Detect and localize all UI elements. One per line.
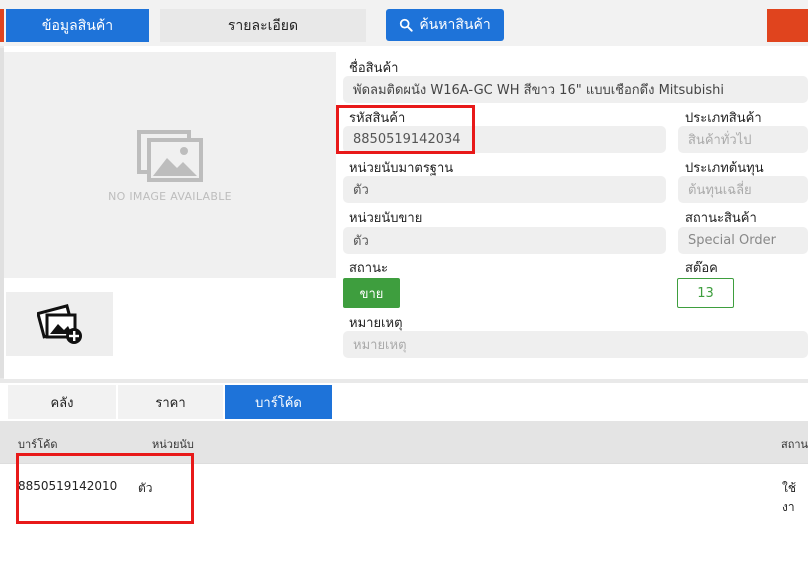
image-placeholder-icon [137, 129, 203, 182]
highlight-barcode [16, 453, 194, 524]
tab-warehouse[interactable]: คลัง [8, 385, 116, 419]
search-button-label: ค้นหาสินค้า [419, 17, 491, 33]
sell-unit-field[interactable]: ตัว [343, 227, 666, 254]
sell-status-button[interactable]: ขาย [343, 278, 400, 308]
standard-unit-field[interactable]: ตัว [343, 176, 666, 203]
search-product-button[interactable]: ค้นหาสินค้า [386, 9, 504, 41]
header-unit: หน่วยนับ [152, 438, 194, 451]
tab-barcode[interactable]: บาร์โค้ด [225, 385, 332, 419]
stock-value: 13 [677, 278, 734, 308]
product-name-field[interactable]: พัดลมติดผนัง W16A-GC WH สีขาว 16" แบบเชื… [343, 76, 808, 103]
tab-price[interactable]: ราคา [118, 385, 223, 419]
cost-type-label: ประเภทต้นทุน [685, 161, 764, 176]
no-image-text: NO IMAGE AVAILABLE [108, 189, 232, 203]
table-row-status: ใช้งา [782, 481, 797, 514]
product-type-field[interactable]: สินค้าทั่วไป [678, 126, 808, 153]
status-label: สถานะ [349, 261, 388, 276]
tab-details[interactable]: รายละเอียด [160, 9, 366, 42]
search-icon [400, 18, 413, 32]
product-status-field[interactable]: Special Order [678, 227, 808, 254]
header-status: สถาน [781, 438, 808, 451]
product-name-label: ชื่อสินค้า [349, 61, 399, 76]
add-image-button[interactable] [6, 292, 113, 356]
header-barcode: บาร์โค้ด [18, 438, 58, 451]
highlight-product-code [336, 105, 475, 154]
add-image-icon [36, 304, 82, 344]
product-image-placeholder: NO IMAGE AVAILABLE [4, 52, 336, 278]
cost-type-field[interactable]: ต้นทุนเฉลี่ย [678, 176, 808, 203]
product-type-label: ประเภทสินค้า [685, 111, 762, 126]
left-accent-button[interactable] [0, 9, 4, 42]
standard-unit-label: หน่วยนับมาตรฐาน [349, 161, 454, 176]
right-accent-button[interactable] [767, 9, 808, 42]
note-label: หมายเหตุ [349, 316, 403, 331]
stock-label: สต๊อค [685, 261, 718, 276]
note-field[interactable]: หมายเหตุ [343, 331, 808, 358]
tab-product-info[interactable]: ข้อมูลสินค้า [6, 9, 149, 42]
sell-unit-label: หน่วยนับขาย [349, 211, 423, 226]
product-status-label: สถานะสินค้า [685, 211, 757, 226]
